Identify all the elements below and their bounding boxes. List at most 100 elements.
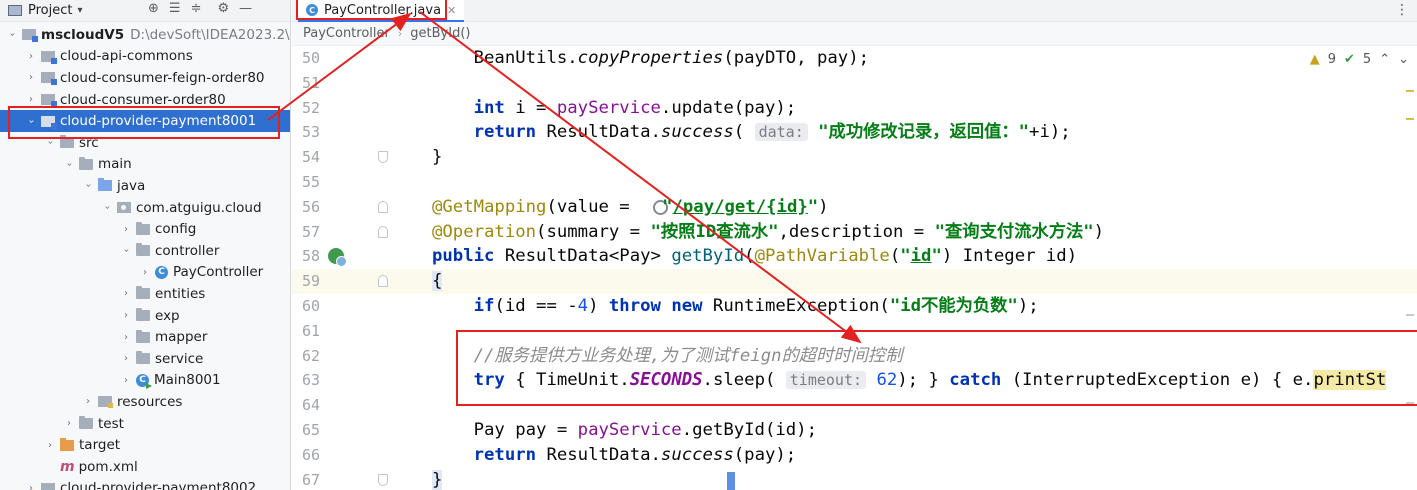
- string-summary: "按照ID查流水": [650, 221, 779, 242]
- line-number[interactable]: 60: [292, 294, 320, 319]
- fold-marker-icon[interactable]: [378, 151, 388, 164]
- folder-icon: [98, 178, 112, 192]
- breadcrumb-class[interactable]: PayController: [303, 26, 390, 41]
- line-number[interactable]: 53: [292, 120, 320, 145]
- string-request-path[interactable]: /pay/get/{id}: [673, 197, 808, 217]
- fold-marker-icon[interactable]: [378, 200, 388, 213]
- chevron-right-icon[interactable]: ›: [63, 418, 75, 429]
- annotation-box-code: [456, 330, 1417, 406]
- tree-item[interactable]: › config: [0, 218, 290, 240]
- tree-item[interactable]: › target: [0, 434, 290, 456]
- code-area[interactable]: BeanUtils.copyProperties(payDTO, pay); i…: [432, 46, 1417, 490]
- chevron-right-icon[interactable]: ›: [120, 310, 132, 321]
- module-folder-icon: [41, 94, 57, 108]
- chevron-down-icon[interactable]: ›: [121, 245, 132, 257]
- fold-marker-icon[interactable]: [378, 473, 388, 486]
- tree-item[interactable]: › resources: [0, 391, 290, 413]
- line-number[interactable]: 59: [292, 269, 432, 294]
- warning-stripe-mark[interactable]: [1406, 90, 1414, 92]
- tree-item[interactable]: m pom.xml: [0, 456, 290, 478]
- fold-marker-icon[interactable]: [378, 275, 388, 288]
- chevron-right-icon[interactable]: ›: [120, 375, 132, 386]
- project-view-selector[interactable]: Project: [28, 3, 72, 18]
- tree-item[interactable]: › com.atguigu.cloud: [0, 197, 290, 219]
- line-number[interactable]: 64: [292, 393, 320, 418]
- more-options-icon[interactable]: ⋮: [1395, 2, 1409, 18]
- tree-item-label: cloud-provider-payment8002: [60, 480, 257, 490]
- folder-icon: [79, 416, 93, 430]
- breadcrumb-method[interactable]: getById(): [410, 26, 470, 41]
- line-number[interactable]: 62: [292, 344, 320, 369]
- chevron-right-icon[interactable]: ›: [25, 483, 37, 490]
- tree-item[interactable]: › cloud-provider-payment8002: [0, 478, 290, 490]
- folder-icon: [136, 351, 150, 365]
- folder-icon: [79, 156, 93, 170]
- chevron-right-icon[interactable]: ›: [25, 72, 37, 83]
- chevron-down-icon[interactable]: ›: [102, 202, 113, 214]
- code-editor: C PayController.java ✕ ⋮ PayController ›…: [292, 0, 1417, 490]
- chevron-right-icon[interactable]: ›: [25, 94, 37, 105]
- maven-icon: m: [60, 458, 75, 475]
- chevron-right-icon[interactable]: ›: [139, 267, 151, 278]
- line-number[interactable]: 52: [292, 96, 320, 121]
- line-number[interactable]: 63: [292, 368, 320, 393]
- tree-item-label: PayController: [173, 264, 264, 281]
- fold-marker-icon[interactable]: [378, 225, 388, 238]
- chevron-right-icon[interactable]: ›: [120, 288, 132, 299]
- info-stripe-mark[interactable]: [1406, 314, 1414, 316]
- tree-item-label: mapper: [155, 329, 208, 346]
- gear-icon[interactable]: ⚙: [217, 1, 229, 16]
- line-number[interactable]: 56: [292, 195, 320, 220]
- line-number[interactable]: 58: [292, 244, 320, 269]
- select-opened-file-icon[interactable]: ⊕: [148, 1, 159, 16]
- line-number[interactable]: 55: [292, 170, 320, 195]
- code-line: public ResultData<Pay> getById(@PathVari…: [432, 246, 1078, 267]
- close-icon[interactable]: ✕: [447, 4, 456, 17]
- code-line: if(id == -4) throw new RuntimeException(…: [473, 296, 1039, 316]
- folder-icon: [136, 221, 150, 235]
- tree-item[interactable]: › C Main8001: [0, 370, 290, 392]
- editor-tab-bar: C PayController.java ✕ ⋮: [292, 0, 1417, 22]
- line-number[interactable]: 50: [292, 46, 320, 71]
- code-line: }: [432, 469, 443, 490]
- hide-panel-icon[interactable]: —: [239, 1, 252, 16]
- chevron-down-icon[interactable]: ›: [83, 180, 94, 192]
- chevron-down-icon[interactable]: ›: [64, 158, 75, 170]
- chevron-right-icon[interactable]: ›: [44, 440, 56, 451]
- warning-stripe-mark[interactable]: [1406, 118, 1414, 120]
- collapse-all-icon[interactable]: ≑: [191, 1, 202, 16]
- tree-item[interactable]: › cloud-consumer-feign-order80: [0, 67, 290, 89]
- tree-item[interactable]: › mscloudV5 D:\devSoft\IDEA2023.2\: [0, 24, 290, 46]
- line-number[interactable]: 66: [292, 443, 320, 468]
- chevron-down-icon[interactable]: ›: [7, 29, 18, 41]
- tree-item[interactable]: › cloud-api-commons: [0, 46, 290, 68]
- run-gutter-icon[interactable]: [328, 248, 347, 268]
- code-line: return ResultData.success( data: "成功修改记录…: [473, 122, 1071, 143]
- tree-item[interactable]: › mapper: [0, 326, 290, 348]
- chevron-right-icon[interactable]: ›: [25, 51, 37, 62]
- tree-item[interactable]: › C PayController: [0, 262, 290, 284]
- line-number[interactable]: 54: [292, 145, 320, 170]
- tree-item-label: java: [117, 177, 146, 194]
- chevron-down-icon[interactable]: ▾: [77, 5, 82, 16]
- tree-item[interactable]: › test: [0, 413, 290, 435]
- line-number[interactable]: 65: [292, 418, 320, 443]
- tree-item[interactable]: › entities: [0, 283, 290, 305]
- tree-item[interactable]: › controller: [0, 240, 290, 262]
- chevron-right-icon[interactable]: ›: [120, 353, 132, 364]
- tree-item[interactable]: › java: [0, 175, 290, 197]
- bookmark-marker: [727, 472, 735, 490]
- tree-item[interactable]: › service: [0, 348, 290, 370]
- line-number[interactable]: 67: [292, 468, 320, 490]
- tree-item[interactable]: › exp: [0, 305, 290, 327]
- chevron-right-icon[interactable]: ›: [82, 396, 94, 407]
- line-number[interactable]: 57: [292, 220, 320, 245]
- expand-all-icon[interactable]: ☰: [169, 1, 181, 16]
- line-number[interactable]: 51: [292, 71, 320, 96]
- tree-item[interactable]: › main: [0, 154, 290, 176]
- line-number[interactable]: 61: [292, 319, 320, 344]
- chevron-right-icon[interactable]: ›: [120, 224, 132, 235]
- project-tool-window: Project ▾ ⊕ ☰ ≑ ⚙ — › mscloudV5 D:\devSoft…: [0, 0, 291, 490]
- chevron-right-icon[interactable]: ›: [120, 332, 132, 343]
- string-success-msg: "成功修改记录，返回值：": [818, 122, 1030, 143]
